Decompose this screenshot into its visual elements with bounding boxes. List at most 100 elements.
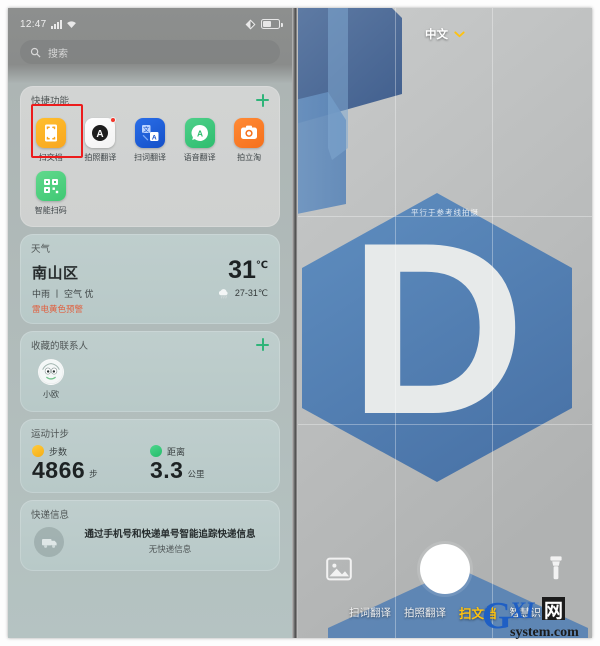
svg-text:网: 网	[544, 601, 563, 622]
tab-photo-translate[interactable]: 拍照翻译	[404, 605, 446, 620]
capture-hint-text: 平行于参考线拍摄	[411, 208, 479, 217]
scan-document-icon	[35, 118, 66, 148]
language-selector[interactable]: 中文	[298, 26, 592, 42]
svg-text:A: A	[152, 134, 157, 141]
quick-function-photo-translate[interactable]: A 拍照翻译	[76, 113, 126, 166]
weather-body: 南山区 31 ℃ 中雨 丨 空气 优 27-31℃ 雷电黄色预警	[20, 257, 280, 324]
reference-line-horizontal	[298, 423, 592, 425]
quick-function-qr-scan[interactable]: 智能扫码	[26, 166, 76, 219]
quick-function-label: 拍立淘	[237, 153, 262, 162]
weather-header: 天气	[20, 234, 280, 257]
quick-function-label: 扫文档	[38, 153, 63, 162]
status-bar-time: 12:47	[20, 18, 47, 30]
widget-card-list: 快捷功能 扫文档 A 拍照翻译 文 A 扫词翻译 A 语音翻译 拍立淘 智能扫码…	[20, 86, 280, 578]
delivery-main-text: 通过手机号和快递单号智能追踪快递信息	[84, 528, 256, 540]
weather-range-text: 27-31℃	[234, 287, 268, 298]
weather-alert-badge[interactable]: 雷电黄色预警	[32, 303, 268, 315]
favorite-contacts-card: 收藏的联系人 小欧	[20, 330, 280, 412]
metric-value: 4866	[32, 456, 86, 483]
delivery-info-card[interactable]: 快递信息 通过手机号和快递单号智能追踪快递信息 无快递信息	[20, 499, 280, 571]
steps-title: 运动计步	[31, 428, 70, 440]
avatar	[38, 358, 64, 385]
delivery-body: 通过手机号和快递单号智能追踪快递信息 无快递信息	[20, 523, 280, 571]
quick-function-label: 拍照翻译	[84, 153, 117, 162]
screenshot-root: 12:47 搜索 快捷功能 扫文档 A 拍照翻译 文 A 扫词翻译 A 语音翻译…	[0, 0, 600, 646]
quick-function-scan-document[interactable]: 扫文档	[26, 113, 76, 166]
add-quick-function-button[interactable]	[256, 93, 269, 107]
quick-function-label: 扫词翻译	[133, 153, 166, 162]
status-bar: 12:47	[8, 14, 292, 34]
gallery-icon[interactable]	[326, 556, 352, 582]
photo-translate-icon: A	[85, 117, 117, 148]
delivery-header: 快递信息	[20, 500, 280, 523]
qr-scan-icon	[35, 171, 66, 201]
contacts-title: 收藏的联系人	[31, 340, 89, 352]
weather-range: 27-31℃	[217, 288, 268, 299]
distance-badge-icon	[150, 445, 162, 458]
svg-text:文: 文	[143, 125, 150, 134]
search-input[interactable]: 搜索	[20, 40, 280, 64]
two-panel-comparison: 12:47 搜索 快捷功能 扫文档 A 拍照翻译 文 A 扫词翻译 A 语音翻译…	[8, 8, 592, 638]
weather-temp-value: 31	[228, 256, 256, 284]
contacts-list: 小欧	[20, 354, 280, 412]
quick-function-camera-shop[interactable]: 拍立淘	[224, 113, 274, 166]
language-label: 中文	[425, 29, 448, 41]
footstep-badge-icon	[32, 445, 44, 458]
quick-functions-title: 快捷功能	[31, 96, 70, 107]
sync-icon	[245, 19, 256, 29]
add-contact-button[interactable]	[256, 338, 269, 352]
weather-city: 南山区	[32, 264, 79, 282]
quick-functions-grid: 扫文档 A 拍照翻译 文 A 扫词翻译 A 语音翻译 拍立淘 智能扫码	[20, 109, 280, 227]
metric-distance: 距离 3.3 公里	[150, 445, 268, 482]
weather-title: 天气	[31, 244, 51, 255]
quick-functions-card: 快捷功能 扫文档 A 拍照翻译 文 A 扫词翻译 A 语音翻译 拍立淘 智能扫码	[20, 86, 280, 227]
right-camera-screenshot: D 中文 平行于参考线拍摄 扫词翻译 拍照翻译 扫文档 智慧识	[298, 8, 592, 638]
negative-screen: 12:47 搜索 快捷功能 扫文档 A 拍照翻译 文 A 扫词翻译 A 语音翻译…	[8, 8, 292, 638]
weather-card[interactable]: 天气 南山区 31 ℃ 中雨 丨 空气 优 27-31℃ 雷电黄色预警	[20, 234, 280, 324]
quick-function-voice-translate[interactable]: A 语音翻译	[175, 113, 225, 166]
chevron-down-icon	[454, 30, 465, 37]
battery-icon	[261, 19, 283, 29]
search-placeholder: 搜索	[48, 48, 68, 60]
watermark-main-text: G	[482, 595, 512, 637]
watermark-sub-text: system.com	[510, 625, 579, 640]
tab-word-translate[interactable]: 扫词翻译	[349, 605, 391, 620]
cloud-rain-icon	[218, 288, 228, 299]
notification-badge	[110, 117, 117, 123]
quick-function-word-translate[interactable]: 文 A 扫词翻译	[125, 113, 175, 166]
search-icon	[30, 47, 41, 58]
delivery-title: 快递信息	[31, 509, 70, 521]
shutter-button[interactable]	[420, 544, 470, 594]
delivery-truck-icon	[34, 526, 64, 557]
quick-functions-header: 快捷功能	[20, 86, 280, 109]
signal-icon	[50, 19, 62, 29]
camera-viewfinder: D 中文 平行于参考线拍摄 扫词翻译 拍照翻译 扫文档 智慧识	[298, 8, 592, 638]
metric-unit: 公里	[187, 468, 205, 479]
svg-text:XI: XI	[509, 598, 535, 623]
contacts-header: 收藏的联系人	[20, 331, 280, 354]
svg-text:A: A	[97, 129, 104, 140]
quick-function-label: 语音翻译	[183, 153, 216, 162]
metric-label: 距离	[167, 446, 186, 457]
weather-temperature: 31 ℃	[228, 256, 268, 284]
left-phone-screenshot: 12:47 搜索 快捷功能 扫文档 A 拍照翻译 文 A 扫词翻译 A 语音翻译…	[8, 8, 292, 638]
wifi-icon	[66, 21, 76, 29]
voice-translate-icon: A	[184, 118, 215, 148]
metric-steps: 步数 4866 步	[32, 445, 150, 482]
list-item[interactable]: 小欧	[32, 358, 70, 400]
watermark-logo: G XI 网 system.com	[482, 595, 579, 640]
metric-unit: 步	[89, 468, 98, 479]
metric-value: 3.3	[150, 456, 184, 483]
step-counter-card[interactable]: 运动计步 步数 4866 步 距离 3.3 公里	[20, 418, 280, 493]
quick-function-label: 智能扫码	[34, 206, 67, 215]
flashlight-icon[interactable]	[548, 555, 564, 583]
steps-header: 运动计步	[20, 419, 280, 442]
contact-name: 小欧	[43, 389, 59, 399]
weather-temp-unit: ℃	[255, 260, 268, 271]
weather-condition: 中雨 丨 空气 优	[32, 288, 94, 299]
steps-metrics: 步数 4866 步 距离 3.3 公里	[20, 442, 280, 493]
camera-shop-icon	[234, 118, 265, 148]
delivery-sub-text: 无快递信息	[148, 544, 192, 555]
metric-label: 步数	[49, 446, 68, 457]
word-translate-icon: 文 A	[134, 118, 165, 148]
